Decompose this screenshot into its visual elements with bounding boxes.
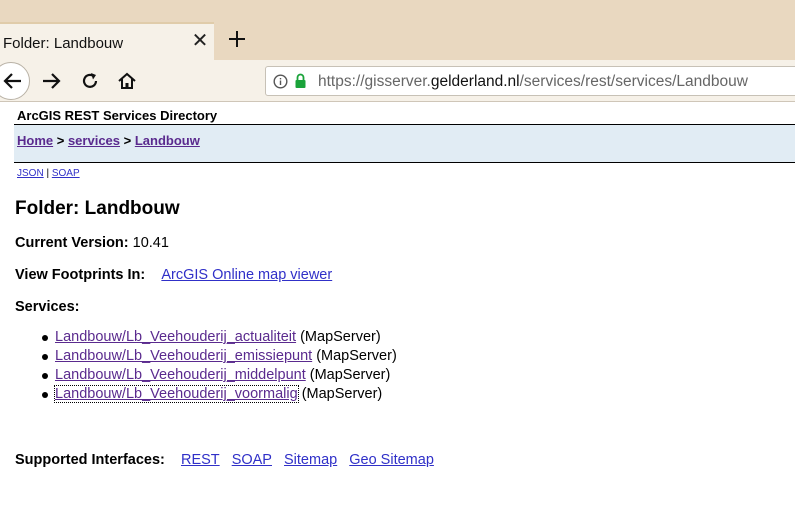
supported-interfaces: Supported Interfaces: REST SOAP Sitemap … <box>15 452 434 468</box>
breadcrumb-services-link[interactable]: services <box>68 133 120 148</box>
bullet <box>42 392 48 398</box>
soap-interface-link[interactable]: SOAP <box>232 452 272 468</box>
service-link[interactable]: Landbouw/Lb_Veehouderij_emissiepunt <box>55 348 312 364</box>
breadcrumb: Home > services > Landbouw <box>17 133 200 148</box>
list-item: Landbouw/Lb_Veehouderij_emissiepunt (Map… <box>42 347 397 366</box>
json-link[interactable]: JSON <box>17 168 44 179</box>
tab-strip: Folder: Landbouw ✕ <box>0 0 795 60</box>
geo-sitemap-link[interactable]: Geo Sitemap <box>349 452 434 468</box>
url-text: https://gisserver.gelderland.nl/services… <box>318 73 748 90</box>
bullet <box>42 354 48 360</box>
sitemap-link[interactable]: Sitemap <box>284 452 337 468</box>
list-item: Landbouw/Lb_Veehouderij_actualiteit (Map… <box>42 328 397 347</box>
service-link[interactable]: Landbouw/Lb_Veehouderij_voormalig <box>54 385 299 403</box>
back-arrow-icon <box>3 73 21 89</box>
active-tab[interactable]: Folder: Landbouw ✕ <box>0 22 214 60</box>
version-value: 10.41 <box>132 235 169 251</box>
breadcrumb-landbouw-link[interactable]: Landbouw <box>135 133 200 148</box>
bullet <box>42 373 48 379</box>
navigation-toolbar: https://gisserver.gelderland.nl/services… <box>0 60 795 102</box>
new-tab-icon[interactable] <box>226 28 248 50</box>
info-icon[interactable] <box>273 74 288 89</box>
breadcrumb-bar: Home > services > Landbouw <box>14 124 795 163</box>
current-version: Current Version: 10.41 <box>15 235 169 251</box>
address-bar[interactable]: https://gisserver.gelderland.nl/services… <box>265 66 795 96</box>
rest-interface-link[interactable]: REST <box>181 452 220 468</box>
forward-arrow-icon[interactable] <box>41 72 61 90</box>
lock-icon <box>295 73 306 88</box>
service-link[interactable]: Landbouw/Lb_Veehouderij_actualiteit <box>55 329 296 345</box>
reload-icon[interactable] <box>80 71 100 91</box>
tab-title: Folder: Landbouw <box>3 35 124 52</box>
service-link[interactable]: Landbouw/Lb_Veehouderij_middelpunt <box>55 367 306 383</box>
arcgis-online-viewer-link[interactable]: ArcGIS Online map viewer <box>161 267 332 283</box>
directory-title: ArcGIS REST Services Directory <box>17 108 218 123</box>
bullet <box>42 335 48 341</box>
page-title: Folder: Landbouw <box>15 198 180 219</box>
home-icon[interactable] <box>117 71 137 91</box>
services-heading: Services: <box>15 299 80 315</box>
close-tab-icon[interactable]: ✕ <box>190 31 210 51</box>
back-button[interactable] <box>0 62 30 100</box>
view-footprints: View Footprints In: ArcGIS Online map vi… <box>15 267 333 283</box>
list-item: Landbouw/Lb_Veehouderij_voormalig (MapSe… <box>42 385 397 404</box>
breadcrumb-home-link[interactable]: Home <box>17 133 53 148</box>
services-list: Landbouw/Lb_Veehouderij_actualiteit (Map… <box>42 328 397 404</box>
soap-format-link[interactable]: SOAP <box>52 168 80 179</box>
format-links: JSON | SOAP <box>17 168 80 179</box>
list-item: Landbouw/Lb_Veehouderij_middelpunt (MapS… <box>42 366 397 385</box>
page-content: ArcGIS REST Services Directory Home > se… <box>0 102 795 505</box>
